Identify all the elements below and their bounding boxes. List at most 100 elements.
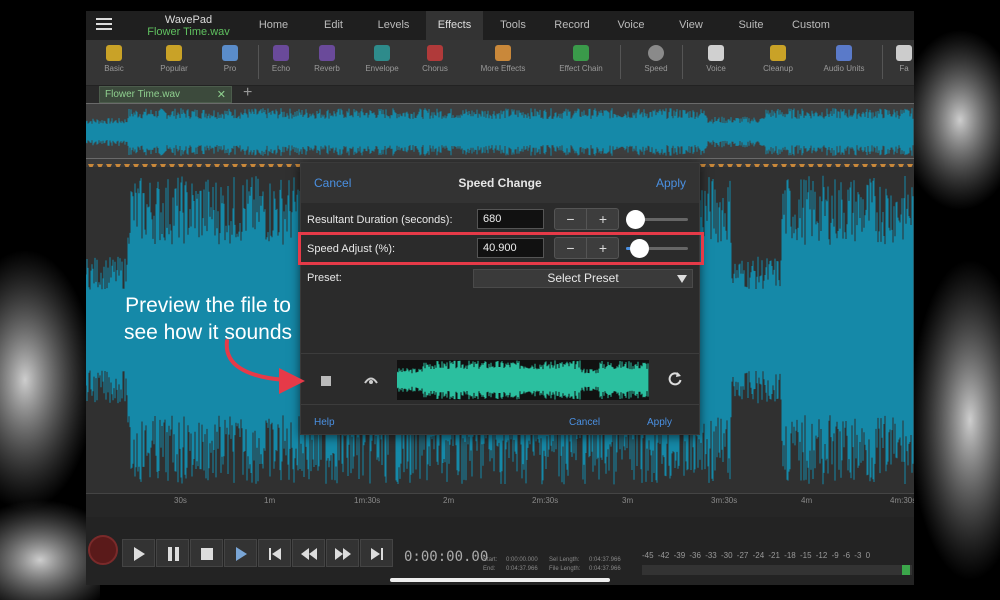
timeline-label: 2m:30s (532, 496, 559, 505)
chorus-button[interactable]: Chorus (416, 43, 454, 83)
skip-to-end-button[interactable] (360, 539, 393, 567)
play-selection-icon (236, 547, 247, 561)
add-tab-icon[interactable]: + (243, 84, 252, 102)
more-effects-button[interactable]: More Effects (474, 43, 532, 83)
close-tab-icon[interactable]: ✕ (217, 87, 226, 103)
effect-chain-button[interactable]: Effect Chain (551, 43, 611, 83)
menu-tab-record[interactable]: Record (543, 11, 601, 40)
timeline-ruler[interactable]: 30s 1m 1m:30s 2m 2m:30s 3m 3m:30s 4m 4m:… (86, 493, 914, 517)
preset-dropdown[interactable]: Select Preset (473, 269, 693, 288)
rewind-button[interactable] (292, 539, 325, 567)
duration-slider[interactable] (625, 210, 688, 229)
dialog-header: Cancel Speed Change Apply (301, 163, 699, 203)
duration-slider-knob[interactable] (625, 210, 645, 229)
hamburger-menu-icon[interactable] (96, 18, 112, 32)
dialog-apply-button[interactable]: Apply (656, 176, 686, 190)
record-button[interactable] (88, 535, 118, 565)
app-name: WavePad (164, 14, 213, 26)
duration-stepper: − + (554, 208, 619, 230)
duration-decrement-button[interactable]: − (555, 209, 587, 229)
timeline-label: 2m (443, 496, 455, 505)
menu-tab-effects[interactable]: Effects (426, 11, 483, 40)
speed-adjust-field[interactable]: 40.900 (477, 238, 544, 258)
speed-button[interactable]: Speed (636, 43, 676, 83)
cleanup-button[interactable]: Cleanup (756, 43, 800, 83)
preset-label: Preset: (307, 272, 342, 284)
stop-button[interactable] (190, 539, 223, 567)
dialog-title: Speed Change (458, 176, 542, 190)
footer-cancel-button[interactable]: Cancel (569, 417, 600, 428)
footer-apply-button[interactable]: Apply (647, 417, 672, 428)
transport-bar: 0:00:00.00 Start: 0:00:00.000 End: 0:04:… (86, 517, 914, 585)
pro-effects-icon (222, 45, 238, 61)
envelope-icon (374, 45, 390, 61)
annotation-arrow-icon (224, 339, 305, 394)
meter-tick: -15 (799, 551, 812, 560)
pro-effects-button[interactable]: Pro (212, 43, 248, 83)
fa-button[interactable]: Fa (894, 43, 914, 83)
file-tab-label: Flower Time.wav (105, 89, 181, 100)
audio-units-button[interactable]: Audio Units (816, 43, 872, 83)
home-indicator[interactable] (390, 578, 610, 582)
broom-icon (770, 45, 786, 61)
stop-icon (201, 548, 213, 560)
overview-waveform[interactable] (86, 103, 914, 159)
preview-stop-button[interactable] (321, 376, 331, 386)
start-value: 0:00:00.000 (506, 557, 538, 563)
waveform-path (396, 360, 649, 400)
speed-slider-knob[interactable] (630, 239, 650, 258)
meter-tick: -39 (673, 551, 686, 560)
file-length-value: 0:04:37.966 (589, 566, 621, 572)
voice-button[interactable]: Voice (696, 43, 736, 83)
meter-tick: -27 (736, 551, 749, 560)
file-tab[interactable]: Flower Time.wav ✕ (99, 86, 232, 103)
play-button[interactable] (122, 539, 155, 567)
sel-length-value: 0:04:37.966 (589, 557, 621, 563)
reverb-button[interactable]: Reverb (308, 43, 346, 83)
meter-tick: 0 (865, 551, 871, 560)
loop-toggle-icon[interactable] (363, 373, 379, 387)
envelope-button[interactable]: Envelope (362, 43, 402, 83)
menu-tab-tools[interactable]: Tools (483, 11, 543, 40)
basic-effects-button[interactable]: Basic (94, 43, 134, 83)
menu-tab-levels[interactable]: Levels (361, 11, 426, 40)
meter-tick: -12 (815, 551, 828, 560)
timeline-label: 4m (801, 496, 813, 505)
hand-icon (495, 45, 511, 61)
timecode-display: 0:00:00.00 (404, 549, 489, 565)
refresh-icon[interactable] (667, 371, 683, 387)
ribbon-divider (258, 45, 259, 79)
timeline-label: 3m:30s (711, 496, 738, 505)
meter-tick: -45 (642, 551, 654, 560)
menu-tab-edit[interactable]: Edit (306, 11, 361, 40)
meter-tick: -6 (842, 551, 851, 560)
preview-waveform[interactable] (396, 360, 649, 400)
speed-increment-button[interactable]: + (587, 238, 619, 258)
menu-tab-suite[interactable]: Suite (721, 11, 781, 40)
preset-dropdown-value: Select Preset (547, 271, 619, 285)
speed-adjust-slider[interactable] (626, 239, 688, 258)
pause-icon (168, 547, 179, 561)
echo-icon (273, 45, 289, 61)
skip-to-start-button[interactable] (258, 539, 291, 567)
echo-button[interactable]: Echo (266, 43, 296, 83)
meter-tick: -3 (854, 551, 862, 560)
popular-effects-button[interactable]: Popular (152, 43, 196, 83)
menu-tab-custom[interactable]: Custom (781, 11, 841, 40)
menu-tab-view[interactable]: View (661, 11, 721, 40)
ribbon-divider (682, 45, 683, 79)
help-button[interactable]: Help (314, 417, 335, 428)
speed-change-dialog: Cancel Speed Change Apply Resultant Dura… (300, 162, 700, 435)
timeline-label: 1m (264, 496, 276, 505)
speed-decrement-button[interactable]: − (555, 238, 587, 258)
meter-tick: -33 (705, 551, 717, 560)
menu-tab-home[interactable]: Home (241, 11, 306, 40)
meter-tick: -21 (768, 551, 780, 560)
smoke-left-decoration (0, 250, 100, 600)
fast-forward-button[interactable] (326, 539, 359, 567)
duration-field[interactable]: 680 (477, 209, 544, 229)
play-selection-button[interactable] (224, 539, 257, 567)
duration-increment-button[interactable]: + (587, 209, 619, 229)
menu-tab-voice[interactable]: Voice (601, 11, 661, 40)
pause-button[interactable] (156, 539, 189, 567)
